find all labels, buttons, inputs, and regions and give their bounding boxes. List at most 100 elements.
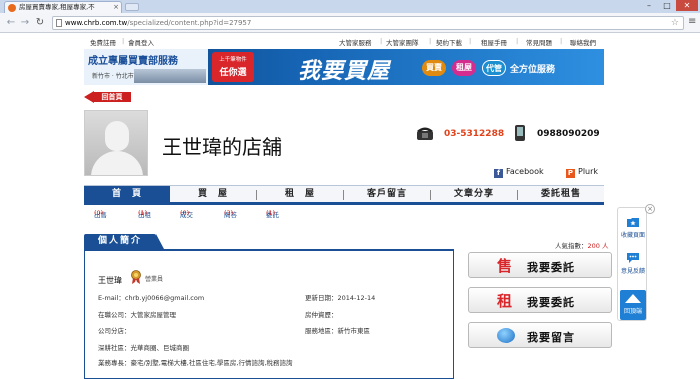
city-skyline-image xyxy=(134,69,206,83)
nav-home[interactable]: 首 頁 xyxy=(84,186,170,203)
site-favicon-icon xyxy=(8,4,16,12)
banner-title: 成立專屬買賣部服務 xyxy=(88,56,178,67)
badge-top-text: 上千筆物件 xyxy=(219,57,247,63)
up-arrow-icon xyxy=(625,294,641,303)
rent-glyph: 租 xyxy=(497,292,513,310)
link-rental-handbook[interactable]: 租屋手冊 xyxy=(481,37,507,47)
browser-tab[interactable]: 房屋買賣專家,租屋專家,不 × xyxy=(4,1,122,13)
back-arrow-icon[interactable]: ← xyxy=(4,16,18,30)
bookmark-star-icon[interactable]: ☆ xyxy=(671,17,679,29)
banner-headline: 我要買屋 xyxy=(298,59,391,84)
banner-tail-text: 全方位服務 xyxy=(510,65,556,75)
store-name: 王世瑋的店舖 xyxy=(162,135,282,159)
window-maximize-button[interactable]: □ xyxy=(658,0,676,11)
site-top-links: 免費註冊 | 會員登入 大管家服務 | 大管家團隊 | 契約下載 | 租屋手冊 … xyxy=(84,37,604,47)
popularity-unit: 人 xyxy=(602,242,609,250)
link-separator: | xyxy=(380,37,383,45)
community-label: 深耕社區： xyxy=(98,344,131,352)
reload-icon[interactable]: ↻ xyxy=(33,16,47,30)
email-value[interactable]: chrb.yj0066@gmail.com xyxy=(125,294,204,302)
sale-glyph: 售 xyxy=(497,257,513,275)
link-login[interactable]: 會員登入 xyxy=(128,37,154,47)
leave-message-button[interactable]: 我要留言 xyxy=(468,322,612,348)
address-bar[interactable]: www.chrb.com.tw/specialized/content.php?… xyxy=(52,16,684,30)
feedback-button[interactable]: 意見反饋 xyxy=(618,252,648,275)
email-label: E-mail： xyxy=(98,294,125,302)
store-mobile[interactable]: 0988090209 xyxy=(537,129,600,139)
url-path: /specialized/content.php?id=27957 xyxy=(127,19,252,27)
url-host: www.chrb.com.tw xyxy=(65,19,128,27)
facebook-share-link[interactable]: f Facebook xyxy=(494,167,544,178)
consign-rent-button[interactable]: 租 我要委託 xyxy=(468,287,612,313)
subnav-count: (1) xyxy=(138,209,148,217)
link-contract-download[interactable]: 契約下載 xyxy=(436,37,462,47)
back-home-button[interactable]: 回首頁 xyxy=(84,91,138,103)
consign-rent-label: 我要委託 xyxy=(527,296,575,309)
license-row: 房仲資歷： xyxy=(305,309,338,319)
updated-row: 更新日期：2014-12-14 xyxy=(305,292,375,302)
favorite-page-button[interactable]: 收藏頁面 xyxy=(618,216,648,239)
link-faq[interactable]: 常見問題 xyxy=(526,37,552,47)
promo-banner[interactable]: 成立專屬買賣部服務 新竹市 · 竹北市 上千筆物件 任你選 我要買屋 買賣 租屋… xyxy=(84,49,604,85)
store-phone[interactable]: 03-5312288 xyxy=(444,129,504,139)
avatar xyxy=(84,110,148,176)
company-row: 在職公司：大管家房屋管理 xyxy=(98,309,176,319)
favorite-folder-icon xyxy=(627,218,639,227)
company-value: 大管家房屋管理 xyxy=(130,311,177,319)
updated-label: 更新日期： xyxy=(305,294,338,302)
specialty-value: 豪宅/別墅,電梯大樓,社區住宅,學區房,行情諮詢,稅務諮詢 xyxy=(130,359,293,367)
floating-toolbar: 收藏頁面 意見反饋 回頂端 xyxy=(617,207,647,321)
consign-sale-label: 我要委託 xyxy=(527,261,575,274)
nav-consign[interactable]: 委託租售 xyxy=(518,186,604,203)
company-label: 在職公司： xyxy=(98,311,131,319)
browser-menu-icon[interactable]: ≡ xyxy=(688,16,696,27)
nav-rent[interactable]: 租 屋 xyxy=(257,186,343,203)
new-tab-button[interactable] xyxy=(125,3,139,11)
community-row: 深耕社區：光華商圈、巨城商圈 xyxy=(98,342,189,352)
link-contact[interactable]: 聯絡我們 xyxy=(570,37,596,47)
subnav-count: (0) xyxy=(94,209,104,217)
email-row: E-mail：chrb.yj0066@gmail.com xyxy=(98,292,204,302)
banner-subtitle: 新竹市 · 竹北市 xyxy=(92,73,134,80)
back-to-top-button[interactable]: 回頂端 xyxy=(620,290,646,320)
license-label: 房仲資歷： xyxy=(305,311,338,319)
link-team[interactable]: 大管家團隊 xyxy=(386,37,419,47)
nav-buy[interactable]: 買 屋 xyxy=(170,186,256,203)
floating-toolbar-close-icon[interactable]: × xyxy=(645,204,655,214)
subnav-count: (3) xyxy=(224,209,234,217)
popularity-label: 人氣指數： xyxy=(555,242,588,250)
agent-title: 營業員 xyxy=(145,276,164,283)
page-icon xyxy=(56,19,62,27)
facebook-icon: f xyxy=(494,169,503,178)
facebook-label: Facebook xyxy=(506,167,544,176)
tab-title: 房屋買賣專家,租屋專家,不 xyxy=(19,3,95,11)
window-close-button[interactable]: ✕ xyxy=(676,0,698,11)
popularity-value: 200 xyxy=(587,242,600,250)
forward-arrow-icon[interactable]: → xyxy=(18,16,32,30)
banner-pill-manage: 代管 xyxy=(482,60,506,76)
plurk-label: Plurk xyxy=(578,167,599,176)
area-row: 服務地區：新竹市東區 xyxy=(305,325,370,335)
consign-sale-button[interactable]: 售 我要委託 xyxy=(468,252,612,278)
nav-messages[interactable]: 客戶留言 xyxy=(344,186,430,203)
link-services[interactable]: 大管家服務 xyxy=(339,37,372,47)
nav-articles[interactable]: 文章分享 xyxy=(431,186,517,203)
badge-bottom-text: 任你選 xyxy=(219,68,247,78)
tab-close-icon[interactable]: × xyxy=(113,2,119,13)
banner-pill-rent: 租屋 xyxy=(452,60,476,76)
banner-pill-buy: 買賣 xyxy=(422,60,446,76)
banner-badge: 上千筆物件 任你選 xyxy=(212,52,254,82)
back-to-top-label: 回頂端 xyxy=(623,308,642,315)
branch-label: 公司分店： xyxy=(98,327,131,335)
link-separator: | xyxy=(516,37,519,45)
popularity-index: 人氣指數：200 人 xyxy=(555,240,609,250)
favorite-page-label: 收藏頁面 xyxy=(620,232,645,239)
window-minimize-button[interactable]: – xyxy=(640,0,658,11)
link-register[interactable]: 免費註冊 xyxy=(90,37,116,47)
plurk-share-link[interactable]: P Plurk xyxy=(566,167,598,178)
link-separator: | xyxy=(122,37,125,45)
area-label: 服務地區： xyxy=(305,327,338,335)
link-separator: | xyxy=(429,37,432,45)
chat-bubble-icon xyxy=(497,328,515,343)
telephone-icon xyxy=(417,127,433,140)
